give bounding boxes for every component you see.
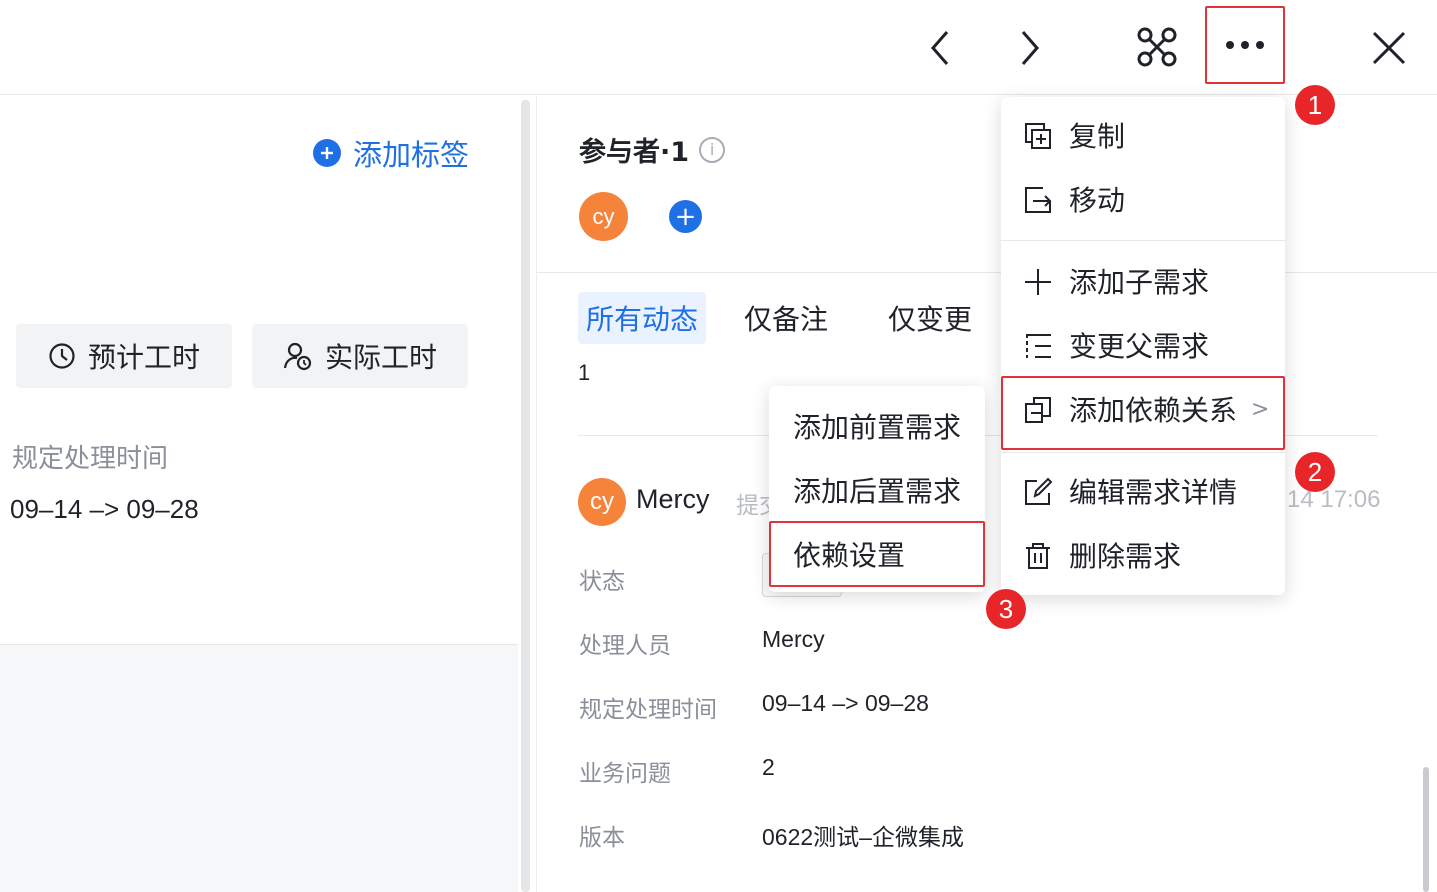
menu-item-add-predecessor[interactable]: 添加前置需求	[769, 396, 985, 456]
menu-item-delete-label: 删除需求	[1069, 540, 1182, 573]
add-dependency-highlight	[1001, 376, 1285, 450]
tab-comments-only[interactable]: 仅备注	[730, 292, 842, 344]
menu-item-add-successor[interactable]: 添加后置需求	[769, 460, 985, 520]
actual-hours-label: 实际工时	[324, 341, 437, 374]
add-tag-label: 添加标签	[353, 138, 470, 172]
user-clock-icon	[283, 342, 312, 371]
activity-avatar: cy	[578, 478, 626, 526]
due-label: 规定处理时间	[12, 444, 169, 474]
menu-item-copy[interactable]: 复制	[1001, 105, 1285, 165]
field-label-due: 规定处理时间	[579, 697, 717, 723]
due-value: 09–14 –> 09–28	[10, 494, 199, 524]
dependency-graph-icon[interactable]	[1134, 24, 1180, 70]
annotation-badge-2: 2	[1295, 452, 1335, 492]
field-value-assignee: Mercy	[762, 626, 825, 652]
activity-count: 1	[578, 360, 591, 385]
activity-user: Mercy	[636, 484, 710, 514]
menu-item-delete[interactable]: 删除需求	[1001, 525, 1285, 585]
tab-all-activity[interactable]: 所有动态	[578, 292, 706, 344]
right-panel-edge	[536, 96, 537, 892]
clock-icon	[49, 343, 75, 369]
menu-item-change-parent[interactable]: 变更父需求	[1001, 315, 1285, 375]
menu-item-edit-details-label: 编辑需求详情	[1069, 476, 1238, 509]
field-value-due: 09–14 –> 09–28	[762, 690, 929, 716]
annotation-badge-3: 3	[986, 589, 1026, 629]
avatar[interactable]: cy	[579, 192, 628, 241]
tab-changes-only[interactable]: 仅变更	[874, 292, 986, 344]
estimated-hours-label: 预计工时	[87, 341, 200, 374]
edit-icon	[1025, 477, 1053, 505]
left-lower-area	[0, 645, 518, 892]
info-icon[interactable]: i	[699, 136, 726, 163]
close-icon[interactable]	[1368, 27, 1410, 69]
menu-item-add-child-label: 添加子需求	[1069, 266, 1210, 299]
field-value-version: 0622测试–企微集成	[762, 824, 964, 850]
menu-item-move[interactable]: 移动	[1001, 169, 1285, 229]
scrollbar[interactable]	[1423, 767, 1429, 892]
activity-time: 14 17:06	[1287, 486, 1381, 513]
more-button-highlight	[1205, 6, 1285, 84]
more-menu: 复制 移动 添加子需求 变更父需求 添加依赖关系 > 编辑需求详情 删除需求	[1001, 97, 1285, 595]
add-participant-button[interactable]: +	[669, 200, 702, 233]
field-label-business: 业务问题	[579, 761, 671, 787]
plus-icon	[1025, 269, 1051, 295]
estimated-hours-button[interactable]: 预计工时	[16, 324, 232, 388]
plus-circle-icon	[313, 139, 341, 167]
chevron-right-icon[interactable]	[1010, 26, 1050, 70]
tree-icon	[1026, 334, 1051, 358]
move-icon	[1025, 187, 1052, 213]
menu-item-add-child[interactable]: 添加子需求	[1001, 251, 1285, 311]
copy-icon	[1025, 123, 1051, 149]
add-tag-button[interactable]: 添加标签	[313, 132, 469, 174]
field-label-version: 版本	[579, 825, 625, 851]
participants-title: 参与者·1 i	[579, 130, 726, 169]
field-label-assignee: 处理人员	[579, 633, 671, 659]
actual-hours-button[interactable]: 实际工时	[252, 324, 468, 388]
trash-icon	[1026, 543, 1050, 569]
chevron-left-icon[interactable]	[920, 26, 960, 70]
menu-separator	[1001, 452, 1285, 453]
panel-splitter[interactable]	[521, 100, 530, 892]
menu-separator	[1001, 240, 1285, 241]
field-value-business: 2	[762, 754, 775, 780]
menu-item-edit-details[interactable]: 编辑需求详情	[1001, 461, 1285, 521]
menu-item-change-parent-label: 变更父需求	[1069, 330, 1210, 363]
participants-title-text: 参与者·1	[579, 137, 690, 168]
dependency-settings-highlight	[769, 521, 985, 587]
menu-item-move-label: 移动	[1069, 184, 1126, 217]
participants-divider	[537, 272, 1437, 273]
annotation-badge-1: 1	[1295, 85, 1335, 125]
field-label-status: 状态	[579, 569, 625, 595]
menu-item-copy-label: 复制	[1069, 120, 1126, 153]
